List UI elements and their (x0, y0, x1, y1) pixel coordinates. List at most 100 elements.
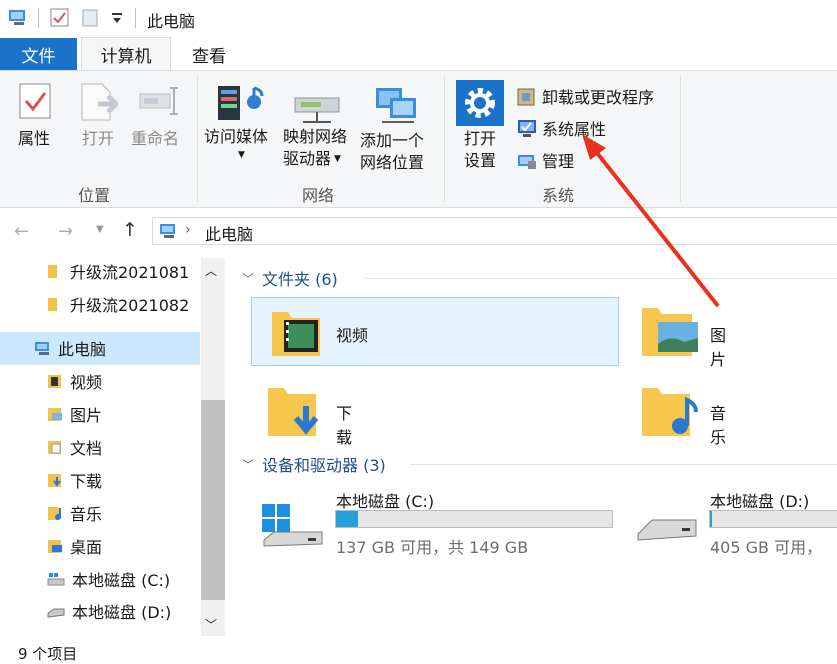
section-divider (410, 464, 837, 465)
back-arrow-icon[interactable]: ← (14, 221, 29, 242)
dropdown-arrow-icon: ▼ (334, 154, 341, 164)
folder-tile-label: 音乐 (710, 404, 727, 447)
section-folders-title: 文件夹 (6) (262, 270, 338, 289)
map-network-drive-button[interactable]: 映射网络 驱动器 ▼ (283, 88, 347, 170)
map-drive-label-1: 映射网络 (283, 127, 348, 146)
computer-icon (34, 340, 54, 356)
nav-item-this-pc[interactable]: 此电脑 (34, 333, 106, 363)
map-drive-label-row: 驱动器 ▼ (283, 148, 347, 170)
nav-item-music[interactable]: 音乐 (46, 498, 102, 528)
drive-usage-bar (709, 510, 837, 528)
open-settings-button[interactable]: 打开 设置 (456, 80, 504, 172)
forward-arrow-icon[interactable]: → (58, 221, 73, 242)
add-location-label-2: 网络位置 (360, 153, 425, 172)
nav-item-label: 视频 (70, 373, 103, 392)
nav-item-label: 此电脑 (58, 340, 107, 359)
tab-computer[interactable]: 计算机 (81, 37, 171, 70)
folder-tile-label: 图片 (710, 326, 727, 369)
downloads-folder-icon (46, 472, 64, 488)
group-separator (197, 76, 198, 202)
section-devices-title: 设备和驱动器 (3) (262, 456, 386, 475)
settings-gear-icon (456, 80, 504, 126)
network-drive-icon (293, 88, 347, 128)
dropdown-arrow-icon: ▼ (238, 150, 245, 160)
rename-button[interactable]: 重命名 (130, 82, 180, 150)
recent-locations-chevron-icon[interactable]: ▼ (96, 224, 104, 235)
nav-item-drive-d[interactable]: 本地磁盘 (D:) (46, 596, 171, 626)
nav-item-videos[interactable]: 视频 (46, 366, 102, 396)
add-network-location-button[interactable]: 添加一个 网络位置 (360, 82, 424, 174)
uninstall-button[interactable]: 卸载或更改程序 (516, 84, 654, 108)
windows-drive-icon (260, 500, 324, 550)
drive-usage-fill (336, 511, 359, 527)
nav-item-desktop[interactable]: 桌面 (46, 531, 102, 561)
folder-icon (46, 296, 62, 312)
manage-icon (516, 149, 538, 171)
nav-item-label: 升级流2021081 (70, 263, 190, 282)
system-properties-icon (516, 117, 538, 139)
collapse-chevron-icon: ﹀ (242, 457, 255, 472)
window-title: 此电脑 (147, 12, 196, 31)
videos-folder-icon (270, 304, 326, 360)
windows-drive-icon (46, 571, 66, 587)
drive-name: 本地磁盘 (C:) (336, 492, 435, 511)
videos-folder-icon (46, 373, 64, 389)
quick-access-dropdown-icon[interactable] (110, 10, 124, 26)
drive-tile-d[interactable]: 本地磁盘 (D:) 405 GB 可用，共 (632, 486, 837, 556)
network-location-icon (372, 82, 424, 128)
nav-item-label: 桌面 (70, 538, 103, 557)
access-media-button[interactable]: 访问媒体 ▼ (204, 80, 268, 160)
open-settings-label-2: 设置 (463, 151, 496, 170)
desktop-folder-icon (46, 538, 64, 554)
nav-item-downloads[interactable]: 下载 (46, 465, 102, 495)
folder-tile-label: 下载 (336, 404, 353, 447)
nav-item-documents[interactable]: 文档 (46, 432, 102, 462)
computer-icon (159, 222, 179, 240)
drive-tile-c[interactable]: 本地磁盘 (C:) 137 GB 可用，共 149 GB (256, 486, 626, 557)
open-label: 打开 (81, 129, 114, 148)
collapse-chevron-icon: ﹀ (242, 271, 255, 286)
nav-item-drive-c[interactable]: 本地磁盘 (C:) (46, 564, 170, 594)
up-arrow-icon[interactable]: ↑ (122, 219, 138, 241)
tab-view[interactable]: 查看 (177, 38, 241, 70)
item-count: 9 个项目 (18, 645, 78, 663)
rename-icon (138, 82, 180, 122)
scroll-up-arrow-icon[interactable]: ︿ (205, 262, 217, 279)
drive-info: 405 GB 可用，共 (710, 538, 823, 556)
folder-tile-label: 视频 (336, 326, 369, 345)
map-drive-label-2: 驱动器 (283, 149, 332, 168)
scroll-down-arrow-icon[interactable]: ﹀ (205, 616, 217, 633)
new-folder-icon[interactable] (80, 8, 100, 28)
breadcrumb-chevron-icon: › (185, 222, 191, 238)
music-folder-icon (640, 380, 702, 440)
group-label-location: 位置 (78, 186, 111, 205)
nav-item-label: 升级流2021082 (70, 296, 190, 315)
separator (135, 8, 136, 28)
tab-file[interactable]: 文件 (0, 38, 77, 70)
properties-checkbox-icon[interactable] (50, 8, 70, 28)
media-server-icon (216, 80, 268, 126)
group-separator (444, 76, 445, 202)
annotation-arrow (560, 130, 740, 320)
nav-item-upgrade-1[interactable]: 升级流2021081 (46, 256, 189, 286)
rename-label: 重命名 (130, 129, 179, 148)
nav-scrollbar-thumb[interactable] (201, 400, 225, 600)
open-button[interactable]: 打开 (78, 82, 118, 150)
nav-item-label: 图片 (70, 406, 103, 425)
drive-icon (46, 603, 66, 619)
breadcrumb-this-pc[interactable]: 此电脑 (205, 221, 253, 245)
music-folder-icon (46, 505, 64, 521)
properties-icon (18, 82, 52, 122)
properties-button[interactable]: 属性 (16, 82, 52, 150)
nav-item-pictures[interactable]: 图片 (46, 399, 102, 429)
nav-item-label: 文档 (70, 439, 103, 458)
drive-usage-fill (710, 511, 712, 527)
section-folders-header[interactable]: ﹀ 文件夹 (6) (242, 266, 338, 290)
nav-item-upgrade-2[interactable]: 升级流2021082 (46, 289, 189, 319)
nav-item-label: 本地磁盘 (C:) (72, 571, 171, 590)
computer-icon[interactable] (8, 8, 30, 28)
title-bar: 此电脑 (0, 0, 837, 36)
section-devices-header[interactable]: ﹀ 设备和驱动器 (3) (242, 452, 386, 476)
nav-item-label: 音乐 (70, 505, 103, 524)
properties-label: 属性 (17, 129, 50, 148)
